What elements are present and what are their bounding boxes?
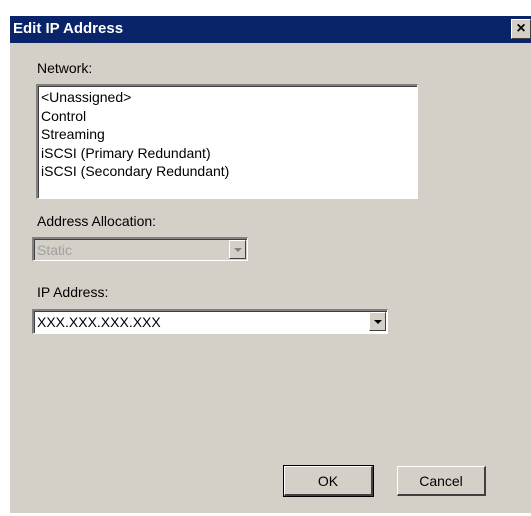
ip-address-value: XXX.XXX.XXX.XXX xyxy=(37,314,161,330)
address-allocation-label: Address Allocation: xyxy=(37,213,157,229)
dialog-title: Edit IP Address xyxy=(13,20,124,37)
ok-button[interactable]: OK xyxy=(283,465,374,497)
cancel-button[interactable]: Cancel xyxy=(397,466,486,496)
title-bar: Edit IP Address × xyxy=(10,16,531,43)
edit-ip-address-dialog: Edit IP Address × Network: <Unassigned> … xyxy=(9,15,531,513)
close-icon: × xyxy=(516,20,526,37)
cancel-button-label: Cancel xyxy=(419,472,463,489)
network-list-item[interactable]: <Unassigned> xyxy=(41,88,417,107)
ip-address-dropdown[interactable]: XXX.XXX.XXX.XXX xyxy=(32,309,388,334)
chevron-down-icon xyxy=(229,240,246,259)
chevron-down-icon[interactable] xyxy=(369,312,386,331)
ip-address-label: IP Address: xyxy=(37,284,109,300)
network-list-item[interactable]: Control xyxy=(41,107,417,126)
network-list-item[interactable]: iSCSI (Primary Redundant) xyxy=(41,144,417,163)
network-label: Network: xyxy=(37,60,93,76)
address-allocation-dropdown: Static xyxy=(32,237,248,261)
network-listbox[interactable]: <Unassigned> Control Streaming iSCSI (Pr… xyxy=(36,84,418,199)
ok-button-label: OK xyxy=(317,472,339,489)
network-list-item[interactable]: iSCSI (Secondary Redundant) xyxy=(41,162,417,181)
network-list-item[interactable]: Streaming xyxy=(41,125,417,144)
address-allocation-value: Static xyxy=(37,242,73,258)
close-button[interactable]: × xyxy=(511,19,531,39)
